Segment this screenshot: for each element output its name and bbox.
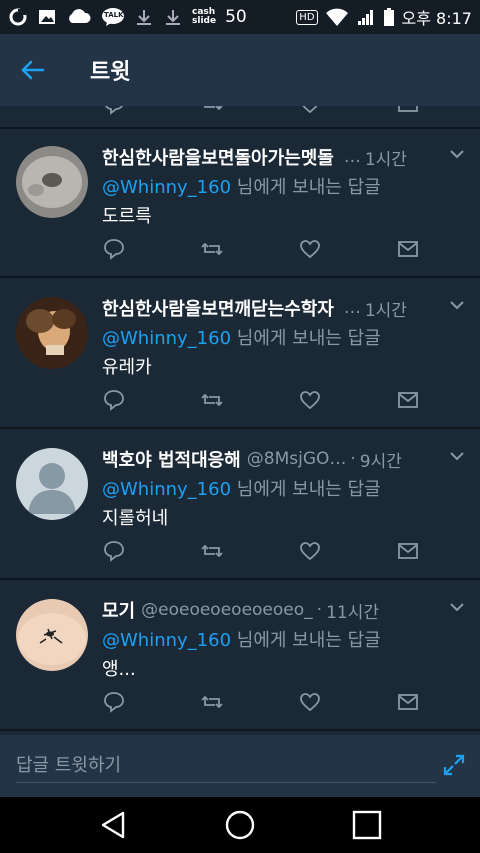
reply-mention-link[interactable]: @Whinny_160	[102, 328, 231, 349]
cloud-icon	[69, 9, 91, 23]
like-icon[interactable]	[298, 237, 322, 261]
back-button[interactable]	[0, 34, 64, 106]
tweet-ellipsis: …	[343, 147, 361, 167]
tweet-time: 1시간	[364, 300, 407, 321]
avatar[interactable]	[16, 448, 88, 520]
retweet-icon[interactable]	[200, 106, 224, 116]
message-icon[interactable]	[396, 539, 420, 563]
message-icon[interactable]	[396, 388, 420, 412]
app-header: 트윗	[0, 34, 480, 106]
tweet-dot: ·	[350, 449, 356, 469]
tweet-item[interactable]: 한심한사람을보면돌아가는멧돌 … 1시간 @Whinny_160 님에게 보내는…	[0, 129, 480, 278]
reply-icon[interactable]	[102, 388, 126, 412]
tweet-actions	[102, 690, 422, 716]
chevron-down-icon[interactable]	[448, 296, 466, 314]
reply-icon[interactable]	[102, 237, 126, 261]
chevron-down-icon[interactable]	[448, 145, 466, 163]
nav-back-icon[interactable]	[97, 809, 129, 841]
like-icon[interactable]	[298, 539, 322, 563]
nav-home-icon[interactable]	[224, 809, 256, 841]
download-icon	[166, 10, 180, 25]
tweet-time: 1시간	[364, 149, 407, 170]
tweet-author-handle[interactable]: @8MsjGO…	[247, 449, 347, 469]
message-icon[interactable]	[396, 237, 420, 261]
tweet-text: 유레카	[102, 357, 152, 378]
talk-icon: TALK	[101, 7, 125, 27]
tweet-item[interactable]: 모기 @eoeoeoeoeoeoeo_ · 11시간 @Whinny_160 님…	[0, 582, 480, 731]
chevron-down-icon[interactable]	[448, 598, 466, 616]
reply-input[interactable]: 답글 트윗하기	[16, 743, 436, 783]
avatar[interactable]	[16, 297, 88, 369]
expand-icon[interactable]	[442, 753, 466, 777]
like-icon[interactable]	[298, 690, 322, 714]
signal-icon	[357, 10, 373, 25]
tweet-author-name[interactable]: 백호야 법적대응해	[102, 446, 241, 472]
tweet-text: 도르륵	[102, 206, 152, 227]
status-count: 50	[225, 7, 247, 27]
tweet-time: 9시간	[359, 451, 402, 472]
reply-context-text: 님에게 보내는 답글	[231, 479, 381, 500]
reply-mention-link[interactable]: @Whinny_160	[102, 630, 231, 651]
cashslide-icon: cash slide	[192, 8, 216, 26]
download-icon	[137, 10, 151, 25]
reply-context: @Whinny_160 님에게 보내는 답글	[102, 626, 381, 652]
reply-icon[interactable]	[102, 690, 126, 714]
system-navigation-bar	[0, 797, 480, 853]
retweet-icon[interactable]	[200, 388, 224, 412]
tweet-actions	[102, 237, 422, 263]
tweet-author-name[interactable]: 한심한사람을보면깨닫는수학자	[102, 295, 334, 321]
previous-tweet-actions	[0, 106, 480, 122]
reply-context: @Whinny_160 님에게 보내는 답글	[102, 173, 381, 199]
tweet-item[interactable]: 백호야 법적대응해 @8MsjGO… · 9시간 @Whinny_160 님에게…	[0, 431, 480, 580]
tweet-text: 지롤허네	[102, 508, 169, 529]
nav-recents-icon[interactable]	[351, 809, 383, 841]
hd-icon: HD	[296, 9, 318, 25]
chevron-down-icon[interactable]	[448, 447, 466, 465]
reply-context-text: 님에게 보내는 답글	[231, 328, 381, 349]
retweet-icon[interactable]	[200, 539, 224, 563]
tweet-actions	[102, 539, 422, 565]
like-icon[interactable]	[298, 388, 322, 412]
reply-mention-link[interactable]: @Whinny_160	[102, 479, 231, 500]
tweet-text: 앵...	[102, 659, 136, 680]
status-bar: TALK cash slide 50 HD 오후 8:17	[0, 0, 480, 34]
gallery-icon	[39, 10, 55, 24]
tweet-header: 한심한사람을보면깨닫는수학자 … 1시간	[102, 294, 436, 322]
reply-feed[interactable]: 한심한사람을보면돌아가는멧돌 … 1시간 @Whinny_160 님에게 보내는…	[0, 106, 480, 735]
o-app-icon	[9, 8, 27, 26]
tweet-header: 모기 @eoeoeoeoeoeoeo_ · 11시간	[102, 596, 436, 624]
retweet-icon[interactable]	[200, 237, 224, 261]
tweet-dot: ·	[316, 600, 323, 620]
like-icon[interactable]	[298, 106, 322, 116]
page-title: 트윗	[90, 60, 131, 85]
back-arrow-icon	[21, 60, 45, 80]
tweet-time: 11시간	[326, 602, 379, 623]
tweet-header: 한심한사람을보면돌아가는멧돌 … 1시간	[102, 143, 436, 171]
tweet-ellipsis: …	[343, 298, 361, 318]
reply-mention-link[interactable]: @Whinny_160	[102, 177, 231, 198]
reply-context: @Whinny_160 님에게 보내는 답글	[102, 475, 381, 501]
tweet-header: 백호야 법적대응해 @8MsjGO… · 9시간	[102, 445, 436, 473]
reply-context-text: 님에게 보내는 답글	[231, 630, 381, 651]
tweet-author-handle[interactable]: @eoeoeoeoeoeoeo_	[141, 600, 313, 620]
retweet-icon[interactable]	[200, 690, 224, 714]
tweet-item[interactable]: 한심한사람을보면깨닫는수학자 … 1시간 @Whinny_160 님에게 보내는…	[0, 280, 480, 429]
tweet-author-name[interactable]: 모기	[102, 597, 135, 623]
reply-icon[interactable]	[102, 539, 126, 563]
cashslide-line2: slide	[192, 16, 217, 26]
status-time: 오후 8:17	[401, 9, 472, 28]
reply-context-text: 님에게 보내는 답글	[231, 177, 381, 198]
talk-label: TALK	[104, 11, 124, 19]
avatar[interactable]	[16, 146, 88, 218]
battery-icon	[383, 8, 394, 26]
reply-icon[interactable]	[102, 106, 126, 116]
reply-compose-bar: 답글 트윗하기	[0, 735, 480, 797]
avatar[interactable]	[16, 599, 88, 671]
wifi-icon	[325, 8, 348, 26]
message-icon[interactable]	[396, 690, 420, 714]
tweet-author-name[interactable]: 한심한사람을보면돌아가는멧돌	[102, 144, 334, 170]
reply-context: @Whinny_160 님에게 보내는 답글	[102, 324, 381, 350]
message-icon[interactable]	[396, 106, 420, 116]
tweet-actions	[102, 388, 422, 414]
